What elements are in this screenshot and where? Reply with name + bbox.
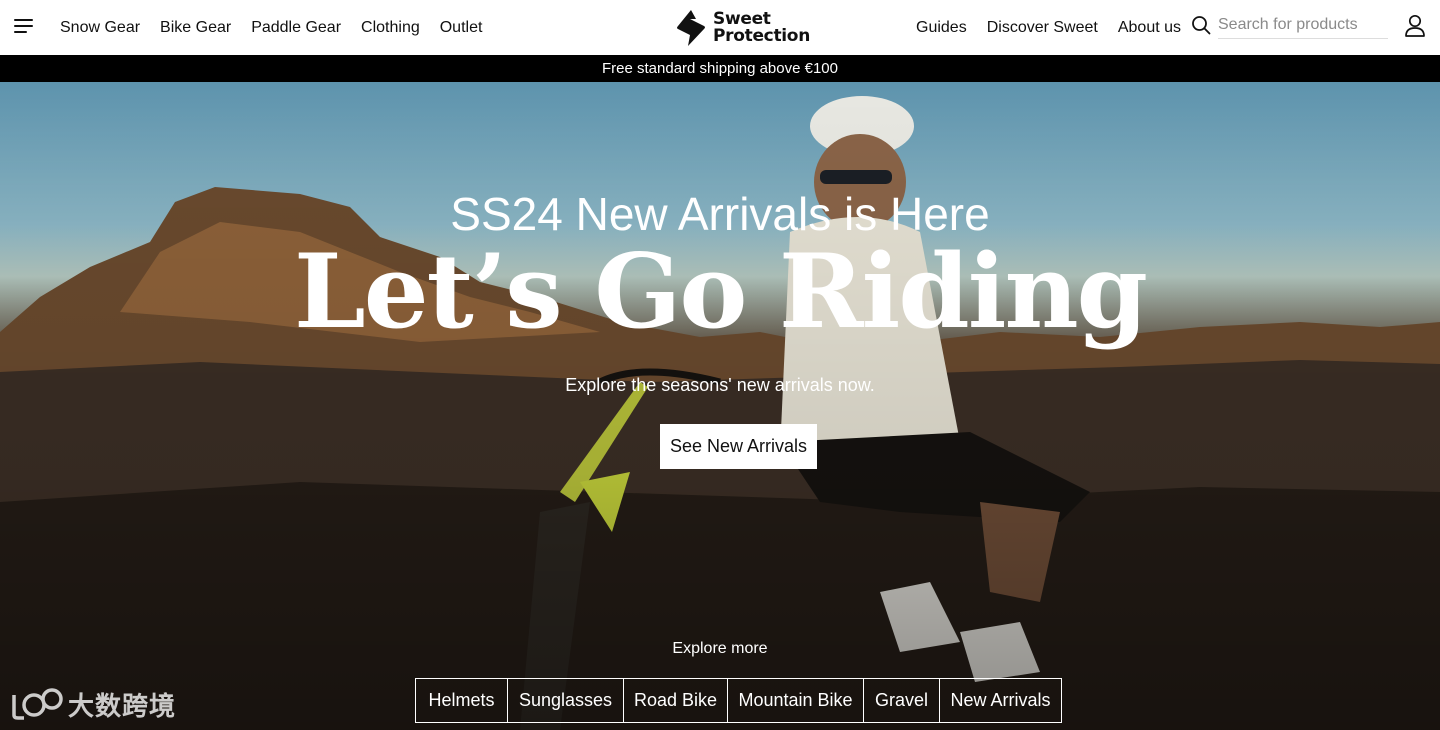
logo-wordmark: Sweet Protection (713, 11, 810, 45)
nav-link-outlet[interactable]: Outlet (440, 19, 483, 37)
category-gravel[interactable]: Gravel (864, 679, 940, 722)
announcement-bar: Free standard shipping above €100 (0, 55, 1440, 82)
hamburger-menu-icon[interactable] (14, 17, 34, 35)
category-sunglasses[interactable]: Sunglasses (508, 679, 624, 722)
nav-link-discover-sweet[interactable]: Discover Sweet (987, 19, 1098, 37)
hero-description: Explore the seasons' new arrivals now. (565, 375, 875, 395)
search-icon[interactable] (1191, 15, 1211, 35)
logo-line-2: Protection (713, 26, 810, 46)
primary-nav: Snow Gear Bike Gear Paddle Gear Clothing… (60, 0, 482, 55)
site-header: Snow Gear Bike Gear Paddle Gear Clothing… (0, 0, 1440, 55)
nav-link-about-us[interactable]: About us (1118, 19, 1181, 37)
nav-link-clothing[interactable]: Clothing (361, 19, 420, 37)
category-new-arrivals[interactable]: New Arrivals (940, 679, 1061, 722)
category-links: Helmets Sunglasses Road Bike Mountain Bi… (415, 678, 1062, 723)
nav-link-guides[interactable]: Guides (916, 19, 967, 37)
user-icon[interactable] (1404, 14, 1426, 38)
hero-title: Let’s Go Riding (294, 232, 1148, 352)
watermark-logo-icon (12, 688, 63, 720)
sweet-protection-logo-icon (677, 10, 705, 46)
category-road-bike[interactable]: Road Bike (624, 679, 728, 722)
search-input[interactable] (1218, 12, 1388, 39)
see-new-arrivals-button[interactable]: See New Arrivals (660, 424, 817, 469)
hero-banner: SS24 New Arrivals is Here Let’s Go Ridin… (0, 82, 1440, 730)
watermark-text: 大数跨境 (68, 691, 177, 722)
category-mountain-bike[interactable]: Mountain Bike (728, 679, 864, 722)
nav-link-paddle-gear[interactable]: Paddle Gear (251, 19, 341, 37)
hero-shade (0, 82, 1440, 730)
announcement-text: Free standard shipping above €100 (601, 60, 838, 77)
explore-more-label: Explore more (672, 640, 768, 657)
watermark: 大数跨境 (10, 685, 176, 723)
secondary-nav: Guides Discover Sweet About us (916, 0, 1181, 55)
category-helmets[interactable]: Helmets (416, 679, 508, 722)
nav-link-snow-gear[interactable]: Snow Gear (60, 19, 140, 37)
brand-logo[interactable]: Sweet Protection (676, 8, 810, 48)
nav-link-bike-gear[interactable]: Bike Gear (160, 19, 231, 37)
